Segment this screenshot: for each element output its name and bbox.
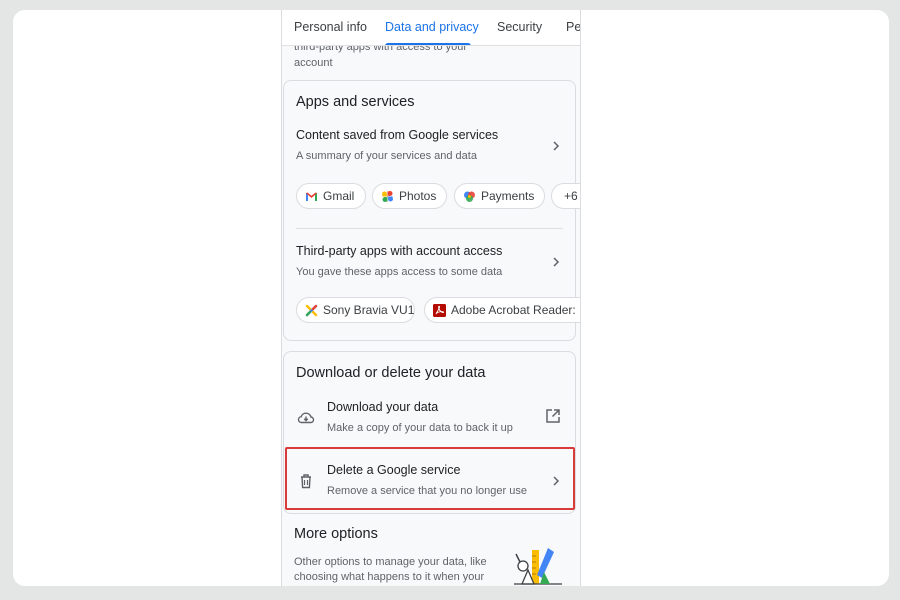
open-external-icon xyxy=(546,409,560,423)
download-delete-card: Download or delete your data Download yo… xyxy=(283,351,576,514)
download-data-subtitle: Make a copy of your data to back it up xyxy=(327,422,513,434)
content-saved-row[interactable]: Content saved from Google services A sum… xyxy=(284,125,575,169)
chip-payments[interactable]: Payments xyxy=(454,183,545,209)
delete-service-title: Delete a Google service xyxy=(327,463,461,477)
chip-more-services[interactable]: +6 xyxy=(551,183,580,209)
chip-photos[interactable]: Photos xyxy=(372,183,447,209)
more-options-description: Other options to manage your data, like … xyxy=(294,555,494,585)
chip-gmail-label: Gmail xyxy=(323,189,355,203)
download-data-title: Download your data xyxy=(327,400,439,414)
tab-bar: Personal info Data and privacy Security … xyxy=(282,10,580,46)
photos-icon xyxy=(382,191,393,202)
chip-more-label: +6 xyxy=(564,189,578,203)
chevron-right-icon xyxy=(553,141,560,151)
tab-personal-info[interactable]: Personal info xyxy=(294,20,367,34)
content-saved-title: Content saved from Google services xyxy=(296,128,499,142)
sony-bravia-icon xyxy=(305,304,318,317)
active-tab-indicator xyxy=(385,43,471,45)
chip-adobe-acrobat[interactable]: Adobe Acrobat Reader: I xyxy=(424,297,581,323)
payments-icon xyxy=(464,191,475,202)
more-options-line-1: Other options to manage your data, like xyxy=(294,556,487,568)
apps-services-card: Apps and services Content saved from Goo… xyxy=(283,80,580,341)
tab-people[interactable]: Peo xyxy=(566,20,580,34)
apps-services-title: Apps and services xyxy=(296,94,415,110)
adobe-acrobat-icon xyxy=(433,304,446,317)
download-delete-title: Download or delete your data xyxy=(296,365,486,381)
chip-gmail[interactable]: Gmail xyxy=(296,183,366,209)
gmail-icon xyxy=(306,192,317,201)
chevron-right-icon xyxy=(553,476,560,486)
download-data-row[interactable]: Download your data Make a copy of your d… xyxy=(284,397,575,441)
cloud-download-icon xyxy=(297,412,315,424)
content-saved-subtitle: A summary of your services and data xyxy=(296,150,477,162)
third-party-title: Third-party apps with account access xyxy=(296,244,503,258)
previous-line-2: account xyxy=(294,57,333,69)
chip-photos-label: Photos xyxy=(399,189,437,203)
tools-illustration-icon xyxy=(514,548,562,585)
tab-data-and-privacy[interactable]: Data and privacy xyxy=(385,20,479,34)
chip-sony-label: Sony Bravia VU1 xyxy=(323,303,415,317)
apps-divider xyxy=(296,228,563,229)
more-options-title: More options xyxy=(294,526,378,542)
chip-sony-bravia[interactable]: Sony Bravia VU1 xyxy=(296,297,415,323)
third-party-row[interactable]: Third-party apps with account access You… xyxy=(284,241,575,285)
more-options-line-2: choosing what happens to it when your xyxy=(294,571,485,583)
screenshot-frame: third-party apps with access to your acc… xyxy=(13,10,889,586)
tab-security[interactable]: Security xyxy=(497,20,542,34)
delete-service-subtitle: Remove a service that you no longer use xyxy=(327,485,527,497)
chip-adobe-label: Adobe Acrobat Reader: I xyxy=(451,303,581,317)
phone-screen: third-party apps with access to your acc… xyxy=(281,10,581,586)
chevron-right-icon xyxy=(553,257,560,267)
chip-payments-label: Payments xyxy=(481,189,535,203)
delete-service-row[interactable]: Delete a Google service Remove a service… xyxy=(284,460,575,504)
third-party-subtitle: You gave these apps access to some data xyxy=(296,266,503,278)
trash-icon xyxy=(301,474,311,489)
